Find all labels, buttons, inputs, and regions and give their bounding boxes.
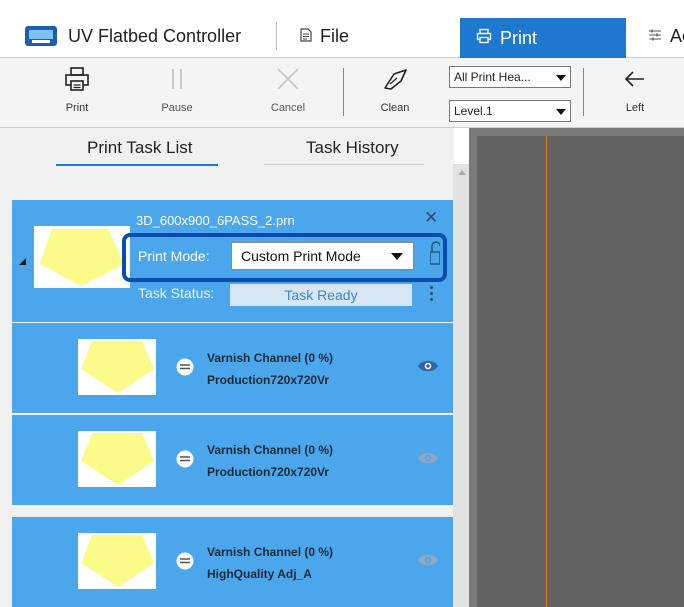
task-file-name: 3D_600x900_6PASS_2.prn bbox=[136, 213, 295, 228]
title-bar: UV Flatbed Controller File Print Ac bbox=[0, 0, 684, 58]
sliders-icon bbox=[648, 26, 662, 47]
print-task-card[interactable]: 3D_600x900_6PASS_2.prn ✕ Print Mode: Cus… bbox=[12, 200, 453, 322]
left-button-label: Left bbox=[625, 102, 645, 114]
scrollbar[interactable] bbox=[453, 164, 469, 607]
channel-card[interactable]: Varnish Channel (0 %) Production720x720V… bbox=[12, 323, 453, 413]
canvas-ruler-top bbox=[469, 128, 684, 136]
level-select-value: Level.1 bbox=[454, 104, 493, 118]
close-icon bbox=[275, 58, 301, 97]
callout-highlight-box bbox=[122, 233, 447, 282]
toolbar: Print Pause Cancel Clean All Print Hea..… bbox=[0, 58, 684, 128]
printer-app-icon bbox=[24, 23, 58, 49]
channel-profile: Production720x720Vr bbox=[207, 373, 330, 387]
task-status-label: Task Status: bbox=[138, 285, 215, 301]
remove-channel-icon[interactable] bbox=[176, 450, 194, 473]
left-button[interactable]: Left bbox=[600, 58, 670, 128]
menu-print[interactable]: Print bbox=[460, 18, 626, 58]
remove-channel-icon[interactable] bbox=[176, 552, 194, 575]
channel-name: Varnish Channel (0 %) bbox=[207, 443, 334, 457]
tab-print-task-list[interactable]: Print Task List bbox=[87, 138, 193, 158]
channel-name: Varnish Channel (0 %) bbox=[207, 351, 334, 365]
tab-task-history[interactable]: Task History bbox=[306, 138, 399, 158]
title-divider bbox=[276, 22, 277, 50]
menu-advanced[interactable]: Ac bbox=[648, 26, 684, 47]
task-status-badge: Task Ready bbox=[230, 284, 412, 306]
close-icon[interactable]: ✕ bbox=[424, 208, 438, 228]
more-options-icon[interactable] bbox=[430, 286, 433, 304]
print-origin-guide-line bbox=[546, 136, 547, 607]
chevron-down-icon bbox=[556, 75, 566, 81]
task-thumbnail bbox=[34, 226, 130, 288]
clean-button[interactable]: Clean bbox=[360, 58, 430, 128]
channel-card[interactable]: Varnish Channel (0 %) Production720x720V… bbox=[12, 415, 453, 505]
scroll-up-arrow-icon[interactable] bbox=[458, 170, 466, 175]
head-select[interactable]: All Print Hea... bbox=[449, 66, 571, 88]
head-select-value: All Print Hea... bbox=[454, 70, 531, 84]
active-tab-indicator bbox=[56, 164, 218, 166]
channel-thumbnail bbox=[78, 533, 156, 589]
print-button-label: Print bbox=[65, 102, 89, 114]
app-window: UV Flatbed Controller File Print Ac bbox=[0, 0, 684, 607]
menu-file-label: File bbox=[320, 26, 350, 46]
cancel-button[interactable]: Cancel bbox=[253, 58, 323, 128]
printer-icon bbox=[64, 58, 90, 97]
channel-card[interactable]: Varnish Channel (0 %) HighQuality Adj_A bbox=[12, 517, 453, 607]
toolbar-divider bbox=[343, 68, 344, 116]
print-button[interactable]: Print bbox=[42, 58, 112, 128]
pause-button[interactable]: Pause bbox=[142, 58, 212, 128]
toolbar-divider bbox=[583, 68, 584, 116]
pause-button-label: Pause bbox=[161, 102, 193, 114]
printer-icon bbox=[476, 28, 492, 49]
menu-advanced-label: Ac bbox=[670, 26, 684, 46]
remove-channel-icon[interactable] bbox=[176, 358, 194, 381]
level-select[interactable]: Level.1 bbox=[449, 100, 571, 122]
arrow-left-icon bbox=[622, 58, 648, 97]
print-preview-canvas[interactable] bbox=[469, 128, 684, 607]
task-panel: Print Task List Task History 3D_600x900_… bbox=[0, 128, 469, 607]
document-icon bbox=[300, 26, 312, 47]
canvas-ruler-left bbox=[469, 128, 477, 607]
app-title: UV Flatbed Controller bbox=[68, 26, 242, 46]
eye-icon[interactable] bbox=[417, 553, 439, 572]
pause-icon bbox=[164, 58, 190, 97]
eye-icon[interactable] bbox=[417, 359, 439, 378]
chevron-down-icon bbox=[556, 109, 566, 115]
menu-print-label: Print bbox=[500, 27, 538, 48]
channel-profile: HighQuality Adj_A bbox=[207, 567, 312, 581]
channel-name: Varnish Channel (0 %) bbox=[207, 545, 334, 559]
channel-thumbnail bbox=[78, 431, 156, 487]
tab-divider bbox=[264, 164, 424, 165]
channel-thumbnail bbox=[78, 339, 156, 395]
clean-button-label: Clean bbox=[380, 102, 410, 114]
wiper-icon bbox=[382, 58, 408, 97]
menu-file[interactable]: File bbox=[300, 26, 349, 47]
channel-profile: Production720x720Vr bbox=[207, 465, 330, 479]
expand-icon[interactable] bbox=[19, 258, 26, 265]
cancel-button-label: Cancel bbox=[270, 102, 306, 114]
eye-icon[interactable] bbox=[417, 451, 439, 470]
